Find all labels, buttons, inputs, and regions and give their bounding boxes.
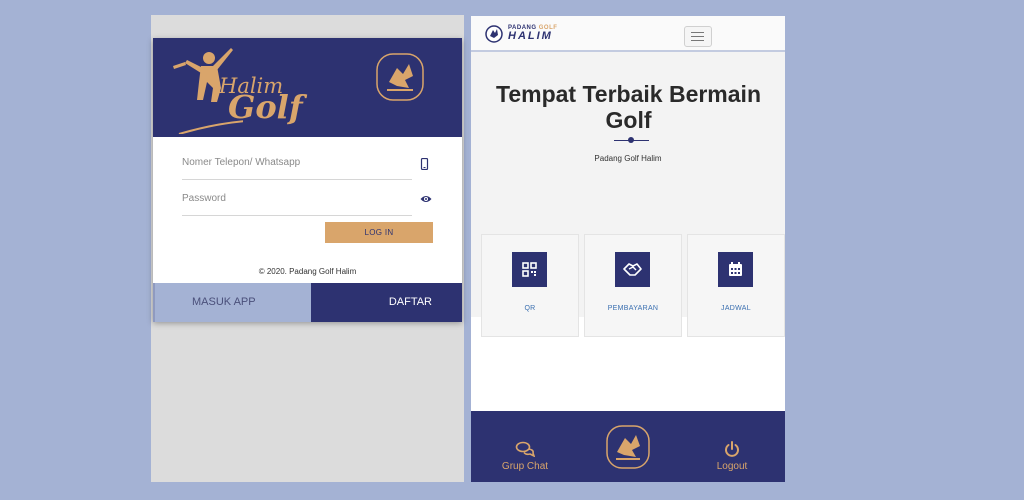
copyright-text: © 2020. Padang Golf Halim xyxy=(258,267,357,276)
tile-pembayaran[interactable]: PEMBAYARAN xyxy=(584,234,682,337)
tile-qr-label: QR xyxy=(524,305,536,312)
phone-placeholder: Nomer Telepon/ Whatsapp xyxy=(182,157,301,168)
tab-masuk-app[interactable]: MASUK APP xyxy=(153,283,313,322)
chat-icon xyxy=(515,441,535,457)
login-card: Halim Golf Nomer Telepon/ Whatsapp Passw… xyxy=(153,38,462,321)
tile-qr[interactable]: QR xyxy=(481,234,579,337)
power-icon xyxy=(725,441,739,457)
login-button[interactable]: LOG IN xyxy=(325,222,433,243)
hero-section: Tempat Terbaik Bermain Golf Padang Golf … xyxy=(471,52,785,337)
bottom-nav-chat[interactable]: Grup Chat xyxy=(497,441,553,472)
phone-field[interactable]: Nomer Telepon/ Whatsapp xyxy=(182,152,429,180)
club-emblem-small-icon[interactable] xyxy=(485,25,503,43)
password-placeholder: Password xyxy=(182,193,226,204)
smartphone-icon xyxy=(420,158,429,170)
bottom-nav: Grup Chat Logout xyxy=(471,411,785,482)
tile-jadwal-label: JADWAL xyxy=(721,305,751,312)
bottom-nav-chat-label: Grup Chat xyxy=(501,461,549,472)
handshake-icon xyxy=(615,252,650,287)
calendar-icon xyxy=(718,252,753,287)
hero-divider-dot xyxy=(628,137,634,143)
tile-pembayaran-label: PEMBAYARAN xyxy=(607,305,659,312)
qr-icon xyxy=(512,252,547,287)
club-emblem-footer-icon[interactable] xyxy=(605,424,651,470)
bottom-nav-logout[interactable]: Logout xyxy=(707,441,757,472)
hero-subtitle: Padang Golf Halim xyxy=(594,154,662,163)
hamburger-icon[interactable] xyxy=(684,26,712,47)
login-screen: Halim Golf Nomer Telepon/ Whatsapp Passw… xyxy=(151,15,464,482)
bottom-nav-logout-label: Logout xyxy=(716,461,748,472)
brand-golf-text: Golf xyxy=(228,88,303,126)
home-screen: PADANG GOLF HALIM Tempat Terbaik Bermain… xyxy=(471,16,785,482)
tab-daftar-label: DAFTAR xyxy=(388,296,432,308)
top-navbar: PADANG GOLF HALIM xyxy=(471,16,785,52)
login-banner: Halim Golf xyxy=(153,38,462,137)
nav-logo-halim: HALIM xyxy=(508,30,553,42)
hero-title: Tempat Terbaik Bermain Golf xyxy=(495,81,761,133)
eye-icon[interactable] xyxy=(420,194,432,204)
tab-daftar[interactable]: DAFTAR xyxy=(311,283,462,322)
tile-jadwal[interactable]: JADWAL xyxy=(687,234,785,337)
club-emblem-icon xyxy=(376,53,424,101)
password-field[interactable]: Password xyxy=(182,188,432,216)
